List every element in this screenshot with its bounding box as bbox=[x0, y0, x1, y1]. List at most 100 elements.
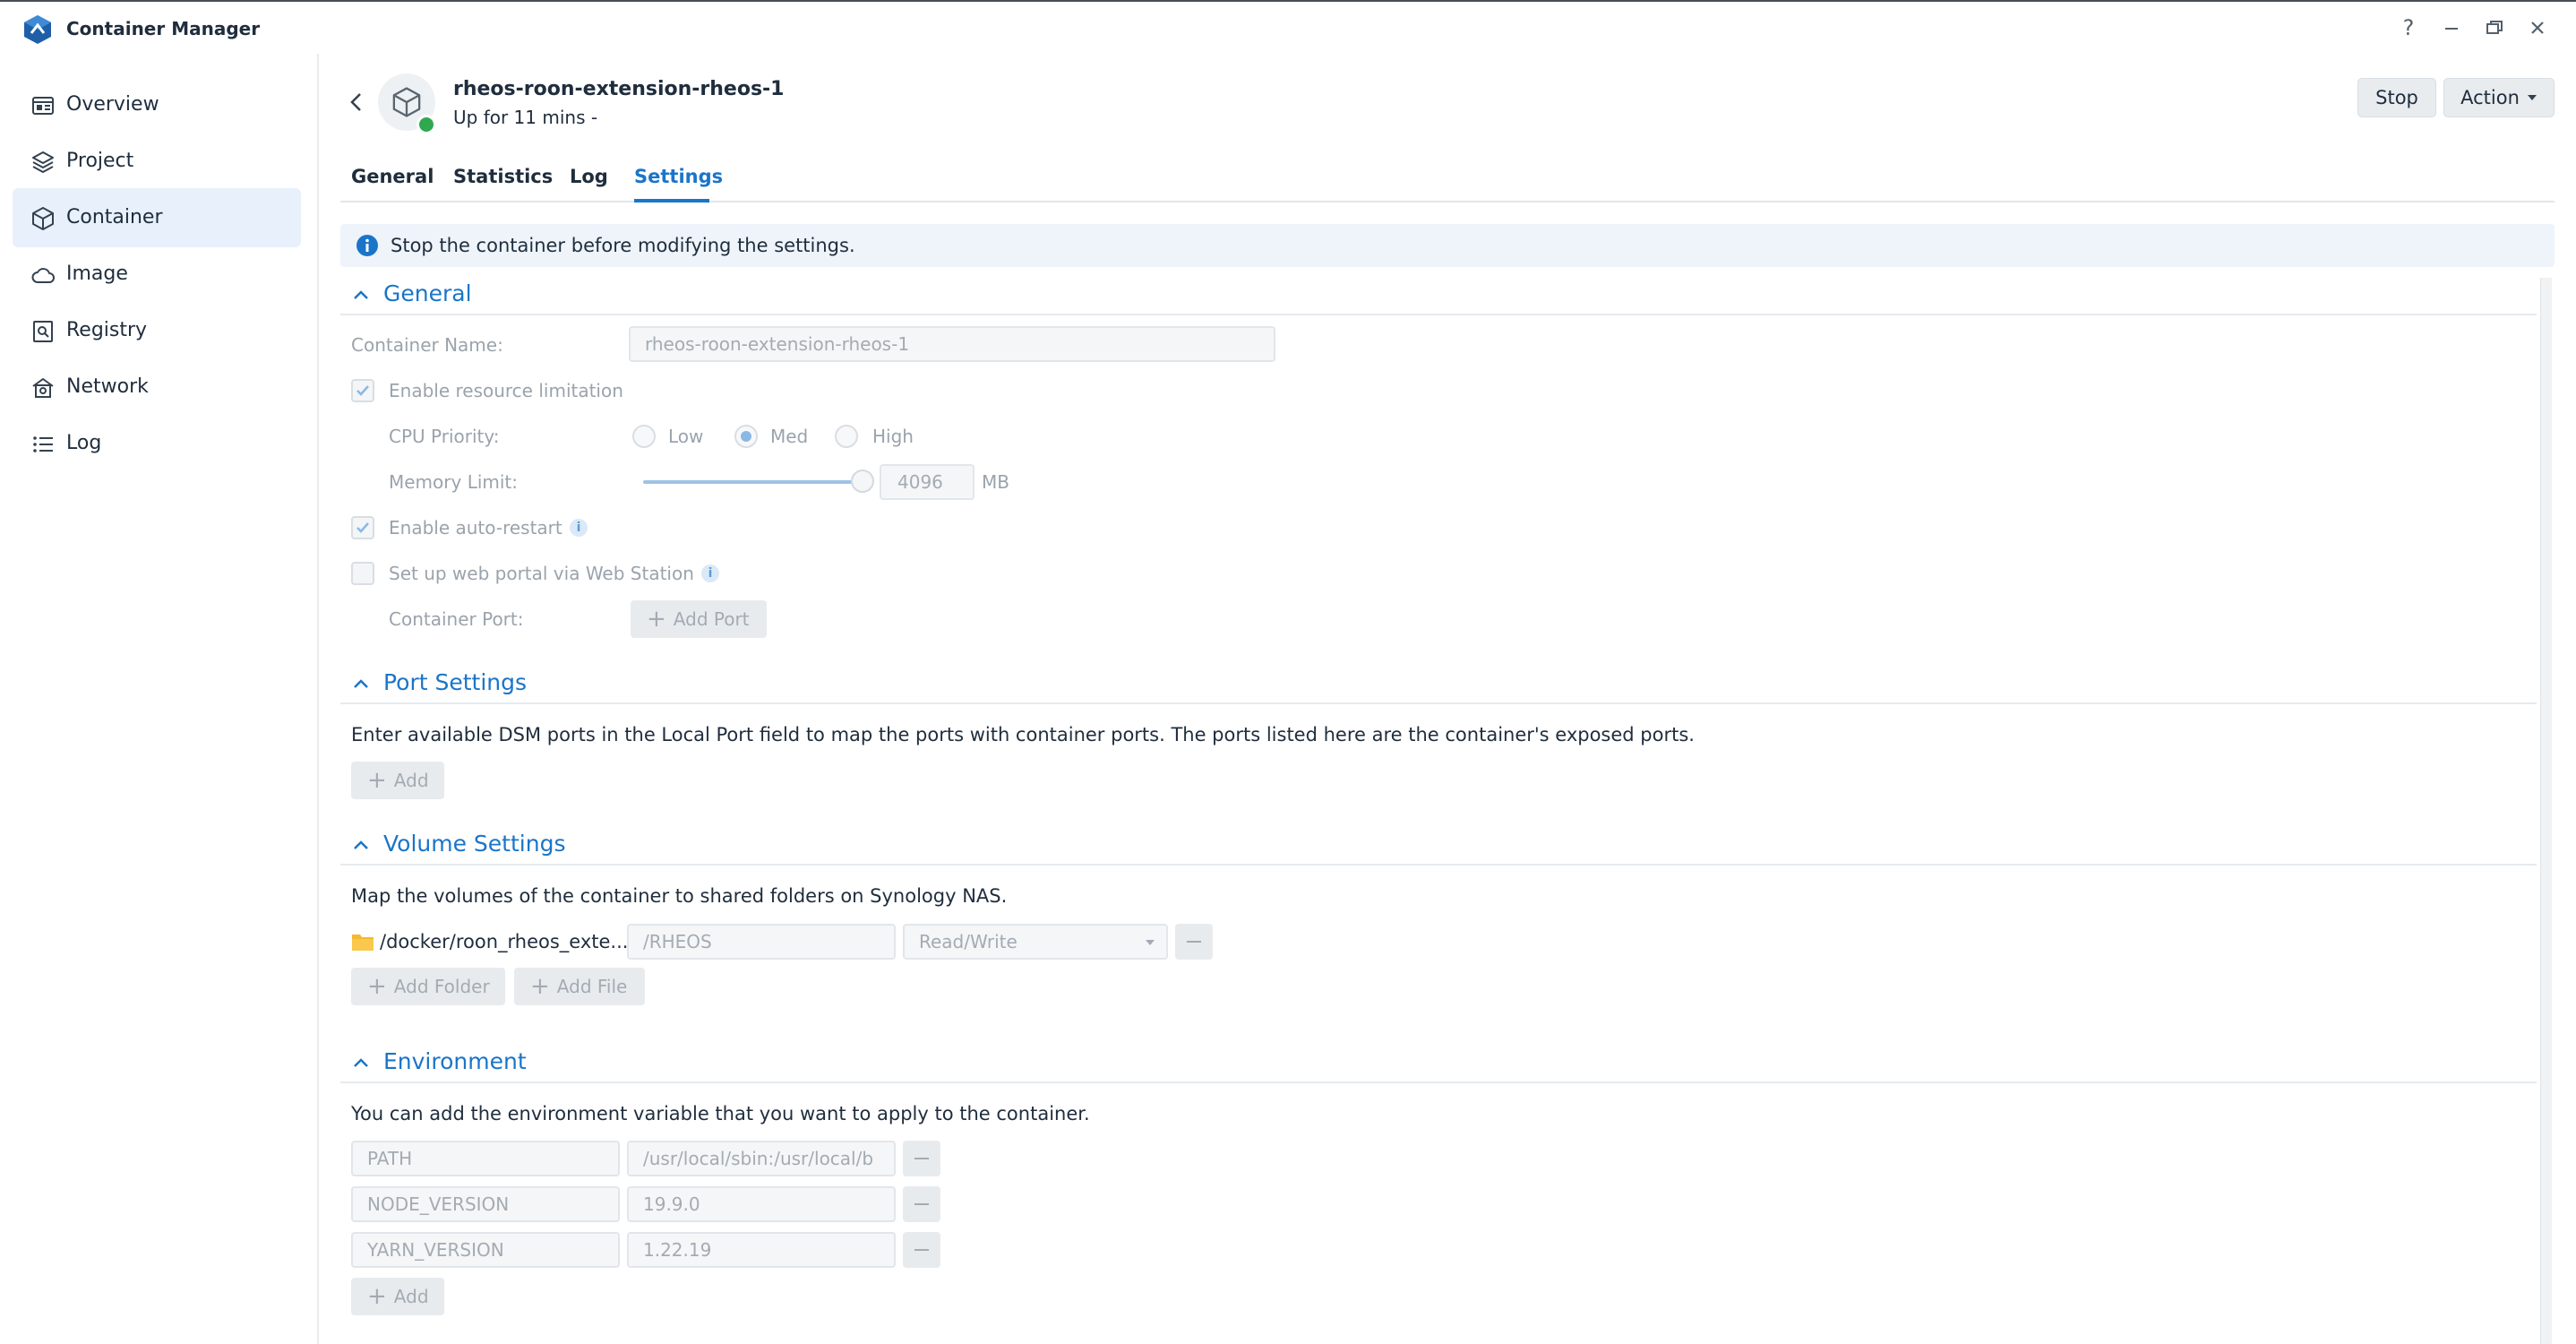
caret-down-icon bbox=[2527, 95, 2537, 100]
section-title-general[interactable]: General bbox=[383, 278, 472, 310]
sidebar-item-overview[interactable]: Overview bbox=[13, 75, 301, 134]
container-title: rheos-roon-extension-rheos-1 bbox=[453, 78, 785, 100]
container-icon bbox=[392, 87, 421, 117]
sidebar-item-image[interactable]: Image bbox=[13, 245, 301, 304]
volume-host-path: /docker/roon_rheos_exte... bbox=[380, 931, 629, 952]
web-portal-label: Set up web portal via Web Station bbox=[389, 563, 694, 584]
auto-restart-info-icon[interactable]: i bbox=[570, 519, 588, 537]
sidebar-item-log[interactable]: Log bbox=[13, 414, 301, 473]
add-folder-button[interactable]: + Add Folder bbox=[351, 968, 505, 1005]
tab-general[interactable]: General bbox=[351, 161, 434, 192]
tab-log[interactable]: Log bbox=[570, 161, 608, 192]
tab-statistics[interactable]: Statistics bbox=[453, 161, 553, 192]
back-arrow-icon[interactable] bbox=[344, 90, 369, 115]
chevron-up-icon[interactable] bbox=[351, 285, 371, 305]
action-label: Action bbox=[2460, 87, 2520, 108]
remove-env-button[interactable] bbox=[903, 1186, 940, 1222]
section-title-volume-settings[interactable]: Volume Settings bbox=[383, 828, 565, 860]
auto-restart-label: Enable auto-restart bbox=[389, 517, 562, 538]
volume-settings-description: Map the volumes of the container to shar… bbox=[351, 885, 1008, 907]
volume-mount-path-field[interactable]: /RHEOS bbox=[627, 924, 896, 960]
cpu-low-label: Low bbox=[668, 426, 704, 447]
info-icon bbox=[356, 235, 378, 256]
sidebar-item-registry[interactable]: Registry bbox=[13, 301, 301, 360]
remove-volume-button[interactable] bbox=[1175, 924, 1213, 960]
add-label: Add bbox=[393, 1286, 429, 1307]
memory-slider-handle[interactable] bbox=[851, 470, 874, 493]
action-dropdown-button[interactable]: Action bbox=[2443, 78, 2555, 117]
minus-icon bbox=[914, 1203, 929, 1205]
memory-limit-field[interactable]: 4096 bbox=[880, 464, 975, 500]
container-icon bbox=[32, 207, 54, 230]
sidebar-item-label: Image bbox=[66, 263, 128, 285]
add-label: Add bbox=[393, 770, 429, 791]
minimize-icon[interactable] bbox=[2438, 14, 2465, 41]
remove-env-button[interactable] bbox=[903, 1232, 940, 1268]
section-divider bbox=[340, 1081, 2537, 1083]
cpu-low-radio[interactable] bbox=[632, 425, 656, 448]
tab-settings[interactable]: Settings bbox=[634, 161, 723, 192]
port-settings-description: Enter available DSM ports in the Local P… bbox=[351, 724, 1695, 745]
env-key-field[interactable]: NODE_VERSION bbox=[351, 1186, 620, 1222]
section-title-environment[interactable]: Environment bbox=[383, 1046, 527, 1078]
chevron-up-icon[interactable] bbox=[351, 674, 371, 694]
minus-icon bbox=[1187, 941, 1201, 943]
sidebar-item-label: Registry bbox=[66, 319, 148, 341]
volume-mode-value: Read/Write bbox=[919, 931, 1018, 952]
sidebar-item-container[interactable]: Container bbox=[13, 188, 301, 247]
memory-slider-track[interactable] bbox=[643, 480, 865, 484]
section-divider bbox=[340, 314, 2537, 315]
volume-mode-select[interactable]: Read/Write bbox=[903, 924, 1168, 960]
add-port-label: Add Port bbox=[673, 608, 750, 630]
sidebar-item-label: Project bbox=[66, 150, 134, 172]
notice-text: Stop the container before modifying the … bbox=[391, 235, 855, 256]
close-icon[interactable] bbox=[2524, 14, 2551, 41]
sidebar-item-project[interactable]: Project bbox=[13, 132, 301, 191]
title-bar: Container Manager ? bbox=[0, 2, 2576, 54]
stop-button[interactable]: Stop bbox=[2357, 78, 2436, 117]
sidebar-item-label: Overview bbox=[66, 93, 159, 116]
plus-icon: + bbox=[530, 973, 550, 1000]
container-name-field[interactable]: rheos-roon-extension-rheos-1 bbox=[629, 326, 1275, 362]
add-env-button[interactable]: + Add bbox=[351, 1278, 444, 1315]
web-portal-info-icon[interactable]: i bbox=[701, 564, 719, 582]
add-file-label: Add File bbox=[556, 976, 628, 997]
container-port-label: Container Port: bbox=[389, 608, 524, 630]
add-port-button[interactable]: + Add Port bbox=[631, 600, 767, 638]
minus-icon bbox=[914, 1249, 929, 1251]
sidebar: Overview Project Container Image Registr… bbox=[0, 54, 319, 1344]
environment-description: You can add the environment variable tha… bbox=[351, 1103, 1090, 1124]
section-title-port-settings[interactable]: Port Settings bbox=[383, 667, 527, 699]
web-portal-checkbox[interactable] bbox=[351, 562, 374, 585]
env-value-field[interactable]: /usr/local/sbin:/usr/local/b bbox=[627, 1141, 896, 1176]
chevron-up-icon[interactable] bbox=[351, 835, 371, 855]
section-divider bbox=[340, 864, 2537, 866]
env-key-field[interactable]: PATH bbox=[351, 1141, 620, 1176]
cpu-med-label: Med bbox=[770, 426, 809, 447]
sidebar-item-label: Network bbox=[66, 375, 149, 398]
chevron-up-icon[interactable] bbox=[351, 1053, 371, 1073]
add-file-button[interactable]: + Add File bbox=[514, 968, 645, 1005]
sidebar-item-label: Log bbox=[66, 432, 102, 454]
plus-icon: + bbox=[367, 767, 387, 794]
cpu-high-radio[interactable] bbox=[835, 425, 858, 448]
cpu-med-radio[interactable] bbox=[734, 425, 758, 448]
folder-icon bbox=[352, 935, 374, 951]
restore-icon[interactable] bbox=[2481, 14, 2508, 41]
container-name-label: Container Name: bbox=[351, 334, 503, 356]
auto-restart-checkbox[interactable] bbox=[351, 516, 374, 539]
content-scrollbar[interactable] bbox=[2540, 278, 2552, 1344]
app-title: Container Manager bbox=[66, 18, 261, 39]
help-icon[interactable]: ? bbox=[2395, 14, 2422, 41]
resource-limit-checkbox[interactable] bbox=[351, 379, 374, 402]
remove-env-button[interactable] bbox=[903, 1141, 940, 1176]
env-value-field[interactable]: 1.22.19 bbox=[627, 1232, 896, 1268]
add-port-mapping-button[interactable]: + Add bbox=[351, 762, 444, 799]
container-manager-logo-icon bbox=[24, 15, 51, 44]
cloud-icon bbox=[31, 268, 55, 283]
sidebar-item-network[interactable]: Network bbox=[13, 358, 301, 417]
env-key-field[interactable]: YARN_VERSION bbox=[351, 1232, 620, 1268]
cpu-high-label: High bbox=[872, 426, 914, 447]
checkmark-icon bbox=[356, 385, 369, 396]
env-value-field[interactable]: 19.9.0 bbox=[627, 1186, 896, 1222]
